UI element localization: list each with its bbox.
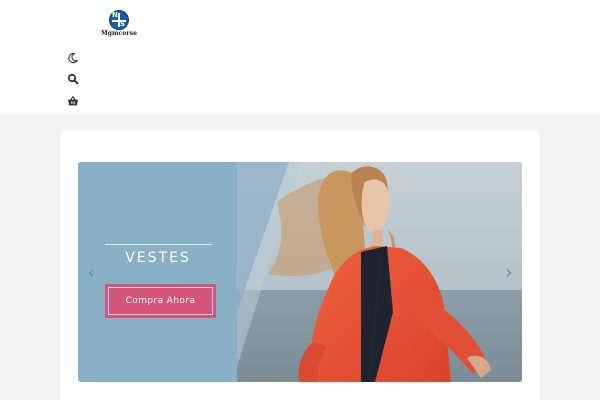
moon-icon[interactable] (67, 52, 79, 64)
logo-letter-bottom: S (120, 20, 126, 28)
hero-slider[interactable]: VESTES Compra Ahora (78, 162, 522, 382)
chevron-left-icon[interactable] (86, 268, 96, 278)
site-header: N S Mgmcorse (0, 0, 600, 114)
shop-now-button[interactable]: Compra Ahora (105, 284, 216, 318)
site-logo[interactable]: N S Mgmcorse (101, 10, 137, 38)
search-icon[interactable] (67, 73, 79, 85)
slide-divider (105, 244, 212, 245)
basket-icon[interactable] (67, 95, 79, 107)
slide-photo (237, 162, 522, 382)
logo-wordmark: Mgmcorse (101, 30, 137, 37)
shop-now-button-label: Compra Ahora (125, 296, 196, 306)
slide-title: VESTES (125, 250, 191, 266)
shop-now-button-frame: Compra Ahora (108, 287, 213, 315)
chevron-right-icon[interactable] (504, 268, 514, 278)
logo-letter-top: N (112, 11, 118, 19)
slide-text-panel: VESTES Compra Ahora (78, 162, 238, 382)
logo-badge: N S (109, 10, 129, 30)
